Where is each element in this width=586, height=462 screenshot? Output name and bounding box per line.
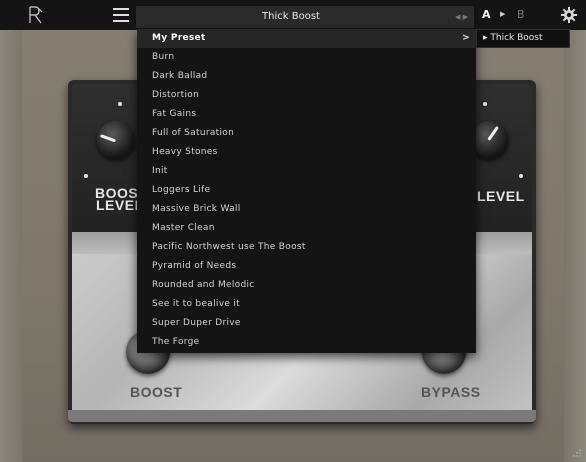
menu-item[interactable]: Super Duper Drive <box>137 314 476 333</box>
knob-indicator <box>487 126 499 141</box>
ab-copy-arrow-button[interactable]: ▶ <box>500 10 505 18</box>
menu-item[interactable]: Init <box>137 162 476 181</box>
chevron-right-icon: > <box>462 33 470 43</box>
menu-item[interactable]: Full of Saturation <box>137 124 476 143</box>
menu-item[interactable]: Fat Gains <box>137 105 476 124</box>
gear-icon[interactable] <box>561 7 577 23</box>
menu-item[interactable]: The Forge <box>137 333 476 352</box>
menu-item[interactable]: Loggers Life <box>137 181 476 200</box>
menu-item-my-preset[interactable]: My Preset > <box>137 29 476 48</box>
menu-item[interactable]: Burn <box>137 48 476 67</box>
menu-item[interactable]: Rounded and Melodic <box>137 276 476 295</box>
ab-compare-a-button[interactable]: A <box>482 8 491 21</box>
ab-compare-b-button[interactable]: B <box>517 8 525 21</box>
knob-marker-dot <box>519 174 523 178</box>
level-label: LEVEL <box>477 188 525 204</box>
knob-marker-dot <box>483 102 487 106</box>
window-frame-right <box>564 0 586 462</box>
knob-marker-dot <box>84 174 88 178</box>
boost-level-knob[interactable] <box>97 121 135 159</box>
menu-item[interactable]: Heavy Stones <box>137 143 476 162</box>
boost-footswitch-label: BOOST <box>130 384 183 400</box>
menu-item[interactable]: Massive Brick Wall <box>137 200 476 219</box>
menu-item[interactable]: See it to bealive it <box>137 295 476 314</box>
bypass-footswitch-label: BYPASS <box>421 384 481 400</box>
logo-icon <box>29 6 43 24</box>
preset-name: Thick Boost <box>262 11 320 22</box>
menu-item[interactable]: Master Clean <box>137 219 476 238</box>
knob-indicator <box>99 134 117 143</box>
menu-item[interactable]: Pyramid of Needs <box>137 257 476 276</box>
menu-item[interactable]: Distortion <box>137 86 476 105</box>
resize-grip-icon[interactable] <box>572 448 582 458</box>
menu-item[interactable]: Dark Ballad <box>137 67 476 86</box>
preset-nav-arrows[interactable]: ◀ ▶ <box>455 6 468 28</box>
pedal-base <box>68 410 536 422</box>
knob-marker-dot <box>118 102 122 106</box>
preset-submenu: ▸ Thick Boost <box>476 29 570 48</box>
submenu-item-thick-boost[interactable]: ▸ Thick Boost <box>477 30 569 47</box>
top-bar: Thick Boost ◀ ▶ A ▶ B <box>0 0 586 30</box>
preset-dropdown-menu: My Preset > Burn Dark Ballad Distortion … <box>137 29 476 353</box>
menu-item[interactable]: Pacific Northwest use The Boost <box>137 238 476 257</box>
window-frame-left <box>0 0 22 462</box>
menu-item-label: My Preset <box>152 33 206 43</box>
preset-selector[interactable]: Thick Boost ◀ ▶ <box>136 6 474 28</box>
hamburger-menu-icon[interactable] <box>113 8 129 22</box>
